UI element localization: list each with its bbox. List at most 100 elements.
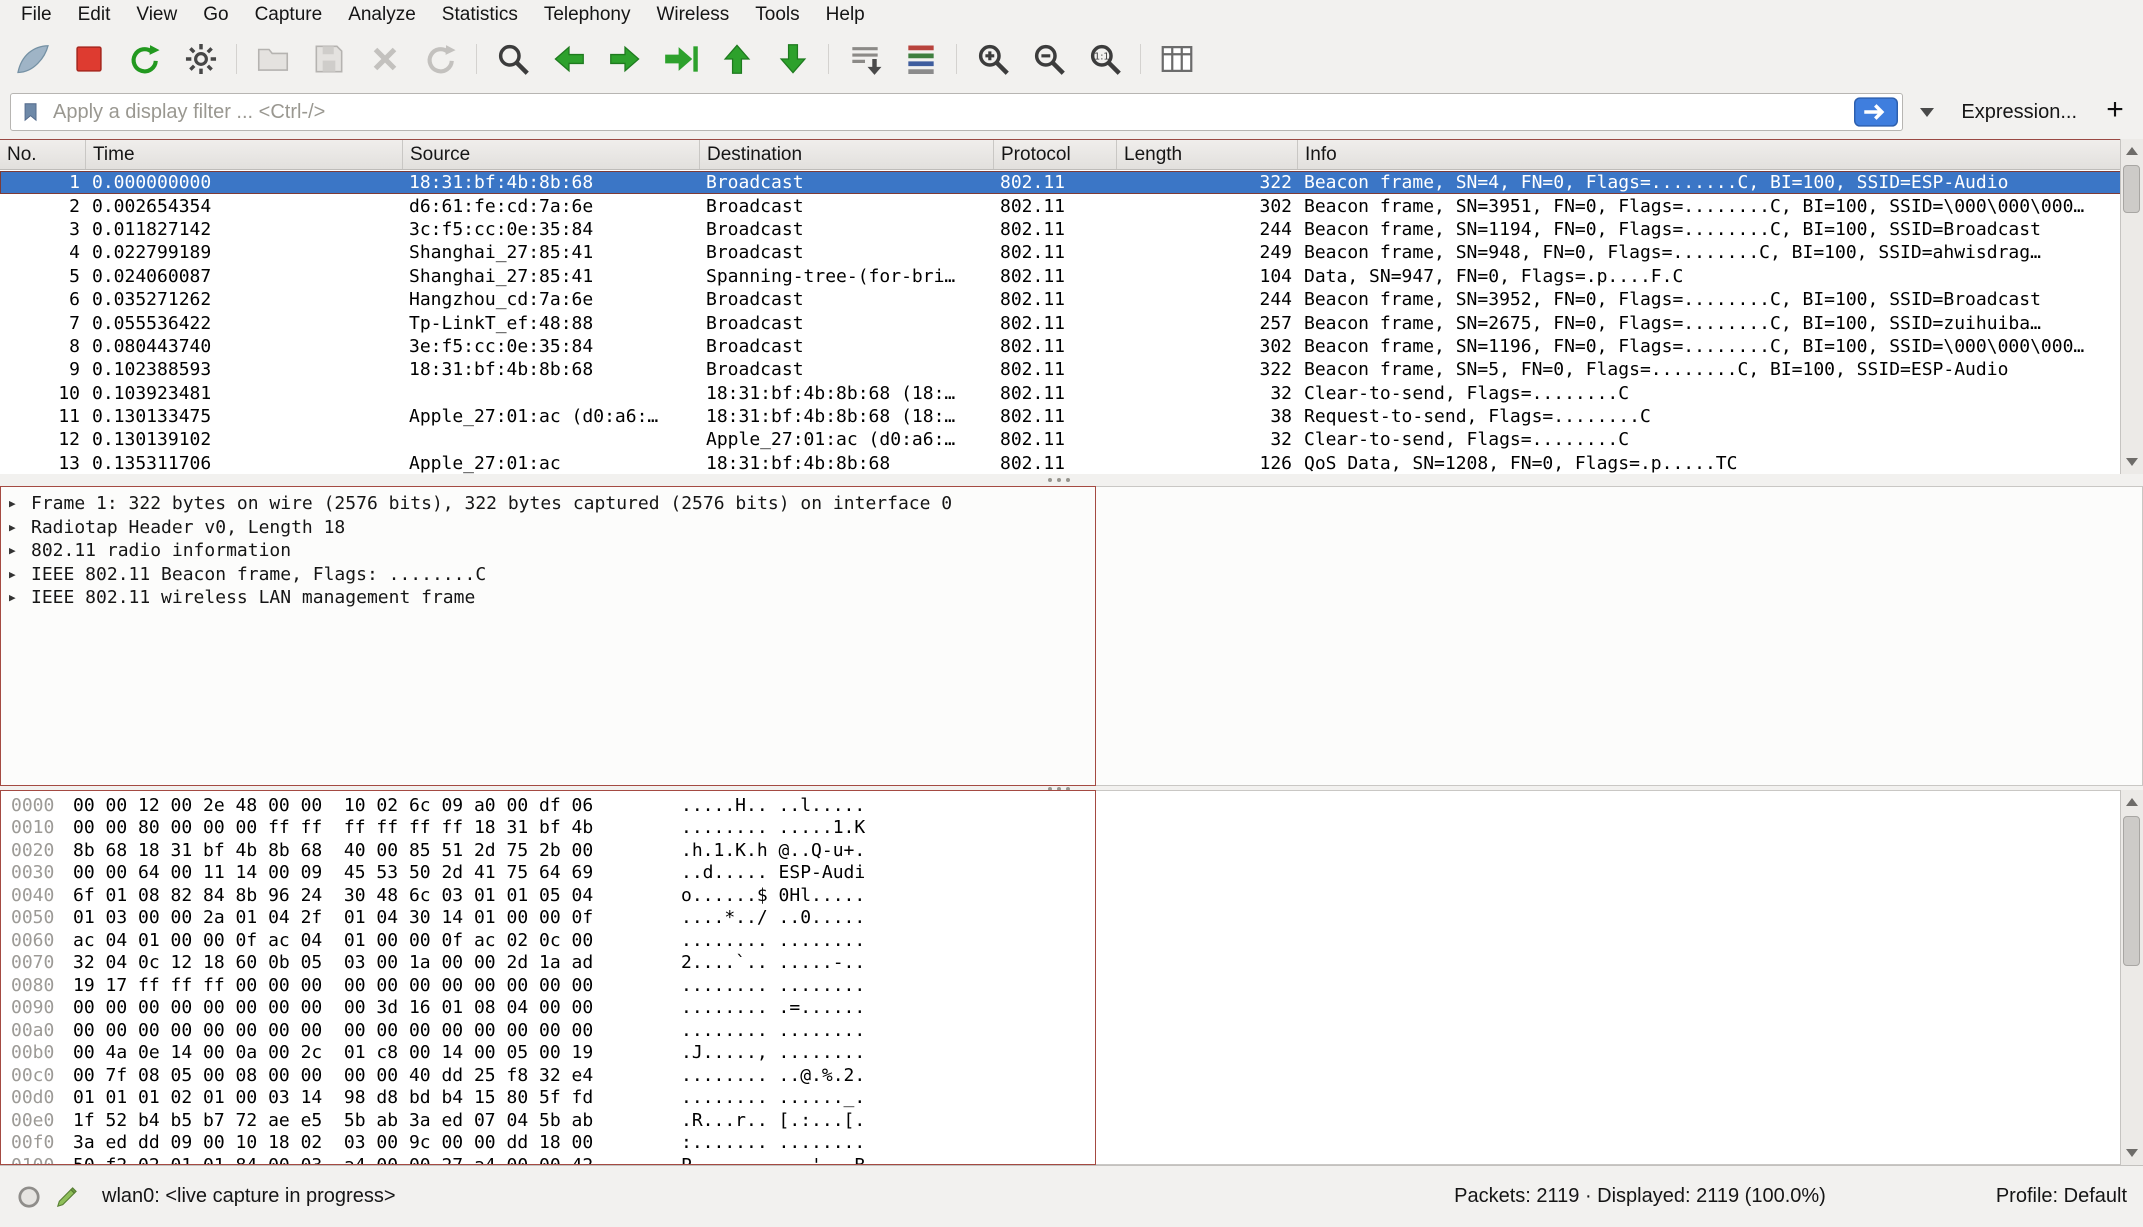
close-file-button[interactable] <box>358 33 412 85</box>
start-capture-button[interactable] <box>6 33 60 85</box>
add-filter-button[interactable]: + <box>2097 93 2133 131</box>
hex-row[interactable]: 007032 04 0c 12 18 60 0b 05 03 00 1a 00 … <box>1 952 2142 975</box>
expert-info-icon[interactable] <box>16 1184 42 1210</box>
column-header-time[interactable]: Time <box>86 140 403 169</box>
menu-capture[interactable]: Capture <box>242 1 336 29</box>
go-to-packet-button[interactable] <box>654 33 708 85</box>
expander-icon[interactable]: ▶ <box>9 568 31 581</box>
packet-row[interactable]: 130.135311706Apple_27:01:ac18:31:bf:4b:8… <box>0 452 2143 474</box>
auto-scroll-button[interactable] <box>838 33 892 85</box>
reload-button[interactable] <box>414 33 468 85</box>
packet-bytes-scroll-thumb[interactable] <box>2123 816 2140 966</box>
packet-row[interactable]: 20.002654354d6:61:fe:cd:7a:6eBroadcast80… <box>0 194 2143 217</box>
hex-row[interactable]: 00208b 68 18 31 bf 4b 8b 68 40 00 85 51 … <box>1 839 2142 862</box>
menu-telephony[interactable]: Telephony <box>531 1 644 29</box>
hex-row[interactable]: 00a000 00 00 00 00 00 00 00 00 00 00 00 … <box>1 1019 2142 1042</box>
hex-row[interactable]: 0060ac 04 01 00 00 0f ac 04 01 00 00 0f … <box>1 929 2142 952</box>
hex-row[interactable]: 001000 00 80 00 00 00 ff ff ff ff ff ff … <box>1 817 2142 840</box>
filter-history-dropdown[interactable] <box>1913 93 1941 131</box>
menu-file[interactable]: File <box>8 1 65 29</box>
pane-splitter-handle[interactable] <box>1048 787 1070 791</box>
hex-row[interactable]: 008019 17 ff ff ff 00 00 00 00 00 00 00 … <box>1 974 2142 997</box>
open-file-button[interactable] <box>246 33 300 85</box>
packet-list-scrollbar[interactable] <box>2120 139 2143 474</box>
column-header-length[interactable]: Length <box>1117 140 1298 169</box>
display-filter-input[interactable] <box>51 100 1845 125</box>
menu-go[interactable]: Go <box>190 1 241 29</box>
packet-bytes-scrollbar[interactable] <box>2120 790 2143 1165</box>
expression-button[interactable]: Expression... <box>1951 101 2087 124</box>
packet-row[interactable]: 100.10392348118:31:bf:4b:8b:68 (18:…802.… <box>0 382 2143 405</box>
packet-row[interactable]: 110.130133475Apple_27:01:ac (d0:a6:…18:3… <box>0 405 2143 428</box>
hex-row[interactable]: 00c000 7f 08 05 00 08 00 00 00 00 40 dd … <box>1 1064 2142 1087</box>
display-filter-field[interactable] <box>10 93 1903 131</box>
packet-row[interactable]: 80.0804437403e:f5:cc:0e:35:84Broadcast80… <box>0 335 2143 358</box>
hex-row[interactable]: 00406f 01 08 82 84 8b 96 24 30 48 6c 03 … <box>1 884 2142 907</box>
auto-scroll-icon <box>846 40 884 78</box>
hex-row[interactable]: 010050 f2 02 01 01 84 00 03 a4 00 00 27 … <box>1 1154 2142 1165</box>
packet-row[interactable]: 30.0118271423c:f5:cc:0e:35:84Broadcast80… <box>0 218 2143 241</box>
scroll-down-icon[interactable] <box>2121 450 2143 474</box>
resize-columns-button[interactable] <box>1150 33 1204 85</box>
scroll-down-icon[interactable] <box>2121 1141 2143 1165</box>
packet-row[interactable]: 70.055536422Tp-LinkT_ef:48:88Broadcast80… <box>0 311 2143 334</box>
scroll-up-icon[interactable] <box>2121 790 2143 814</box>
profile-text[interactable]: Profile: Default <box>1996 1185 2127 1208</box>
capture-options-button[interactable] <box>174 33 228 85</box>
go-first-packet-button[interactable] <box>710 33 764 85</box>
bookmark-icon[interactable] <box>20 99 42 125</box>
expander-icon[interactable]: ▶ <box>9 544 31 557</box>
go-forward-button[interactable] <box>598 33 652 85</box>
hex-row[interactable]: 00b000 4a 0e 14 00 0a 00 2c 01 c8 00 14 … <box>1 1042 2142 1065</box>
zoom-out-button[interactable] <box>1022 33 1076 85</box>
expander-icon[interactable]: ▶ <box>9 591 31 604</box>
packet-row[interactable]: 120.130139102Apple_27:01:ac (d0:a6:…802.… <box>0 428 2143 451</box>
detail-tree-row[interactable]: ▶IEEE 802.11 wireless LAN management fra… <box>1 586 2142 610</box>
stop-capture-button[interactable] <box>62 33 116 85</box>
column-header-protocol[interactable]: Protocol <box>994 140 1117 169</box>
packet-row[interactable]: 40.022799189Shanghai_27:85:41Broadcast80… <box>0 241 2143 264</box>
menu-statistics[interactable]: Statistics <box>429 1 531 29</box>
scroll-up-icon[interactable] <box>2121 139 2143 163</box>
pane-splitter-handle[interactable] <box>1048 478 1070 482</box>
hex-row[interactable]: 005001 03 00 00 2a 01 04 2f 01 04 30 14 … <box>1 907 2142 930</box>
find-packet-button[interactable] <box>486 33 540 85</box>
column-header-no[interactable]: No. <box>0 140 86 169</box>
packet-row[interactable]: 90.10238859318:31:bf:4b:8b:68Broadcast80… <box>0 358 2143 381</box>
hex-row[interactable]: 003000 00 64 00 11 14 00 09 45 53 50 2d … <box>1 862 2142 885</box>
packet-row[interactable]: 60.035271262Hangzhou_cd:7a:6eBroadcast80… <box>0 288 2143 311</box>
packet-row[interactable]: 50.024060087Shanghai_27:85:41Spanning-tr… <box>0 265 2143 288</box>
column-header-info[interactable]: Info <box>1298 140 2143 169</box>
hex-row[interactable]: 009000 00 00 00 00 00 00 00 00 3d 16 01 … <box>1 997 2142 1020</box>
column-header-destination[interactable]: Destination <box>700 140 994 169</box>
cell-time: 0.080443740 <box>86 336 403 357</box>
menu-tools[interactable]: Tools <box>742 1 812 29</box>
menu-help[interactable]: Help <box>813 1 878 29</box>
hex-row[interactable]: 00e01f 52 b4 b5 b7 72 ae e5 5b ab 3a ed … <box>1 1109 2142 1132</box>
menu-analyze[interactable]: Analyze <box>335 1 429 29</box>
menu-wireless[interactable]: Wireless <box>643 1 742 29</box>
menu-view[interactable]: View <box>123 1 190 29</box>
menu-edit[interactable]: Edit <box>65 1 124 29</box>
go-last-packet-button[interactable] <box>766 33 820 85</box>
hex-row[interactable]: 000000 00 12 00 2e 48 00 00 10 02 6c 09 … <box>1 794 2142 817</box>
detail-tree-row[interactable]: ▶802.11 radio information <box>1 539 2142 563</box>
detail-tree-row[interactable]: ▶Frame 1: 322 bytes on wire (2576 bits),… <box>1 492 2142 516</box>
zoom-in-button[interactable] <box>966 33 1020 85</box>
detail-tree-row[interactable]: ▶IEEE 802.11 Beacon frame, Flags: ......… <box>1 563 2142 587</box>
colorize-button[interactable] <box>894 33 948 85</box>
packet-row[interactable]: 10.00000000018:31:bf:4b:8b:68Broadcast80… <box>0 171 2143 194</box>
zoom-reset-button[interactable]: 1:1 <box>1078 33 1132 85</box>
packet-list-scroll-thumb[interactable] <box>2123 165 2140 213</box>
expander-icon[interactable]: ▶ <box>9 497 31 510</box>
save-file-button[interactable] <box>302 33 356 85</box>
hex-row[interactable]: 00d001 01 01 02 01 00 03 14 98 d8 bd b4 … <box>1 1087 2142 1110</box>
capture-file-properties-icon[interactable] <box>54 1184 80 1210</box>
apply-filter-button[interactable] <box>1854 97 1898 127</box>
restart-capture-button[interactable] <box>118 33 172 85</box>
detail-tree-row[interactable]: ▶Radiotap Header v0, Length 18 <box>1 516 2142 540</box>
hex-row[interactable]: 00f03a ed dd 09 00 10 18 02 03 00 9c 00 … <box>1 1132 2142 1155</box>
go-back-button[interactable] <box>542 33 596 85</box>
column-header-source[interactable]: Source <box>403 140 700 169</box>
expander-icon[interactable]: ▶ <box>9 521 31 534</box>
